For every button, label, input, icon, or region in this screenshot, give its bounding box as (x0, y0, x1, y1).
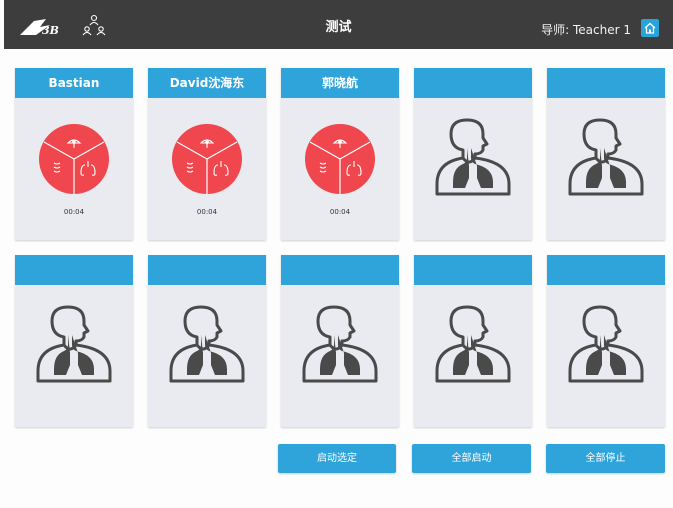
manikin-icon (435, 305, 511, 383)
student-name: Bastian (15, 68, 133, 98)
student-name (547, 68, 665, 98)
manikin-icon (435, 118, 511, 196)
student-card[interactable]: Bastian 00:04 (15, 68, 133, 240)
timer-text: 00:04 (196, 208, 218, 216)
student-card[interactable]: 郭晓航 00:04 (281, 68, 399, 240)
alert-status-icon (305, 124, 375, 194)
alert-status-icon (172, 124, 242, 194)
top-bar: 3B 测试 导师: Teacher 1 (4, 0, 673, 49)
student-name (281, 255, 399, 285)
student-card[interactable] (414, 68, 532, 240)
student-card[interactable] (547, 68, 665, 240)
home-icon (644, 22, 656, 34)
alert-status-icon (39, 124, 109, 194)
student-name (15, 255, 133, 285)
student-card[interactable]: David沈海东 00:04 (148, 68, 266, 240)
student-name (148, 255, 266, 285)
timer-text: 00:04 (63, 208, 85, 216)
student-name (414, 255, 532, 285)
timer-text: 00:04 (329, 208, 351, 216)
manikin-icon (36, 305, 112, 383)
manikin-icon (568, 305, 644, 383)
manikin-icon (169, 305, 245, 383)
student-card[interactable] (281, 255, 399, 427)
student-card[interactable] (547, 255, 665, 427)
student-name (547, 255, 665, 285)
student-name: David沈海东 (148, 68, 266, 98)
student-name: 郭晓航 (281, 68, 399, 98)
manikin-icon (568, 118, 644, 196)
student-card[interactable] (148, 255, 266, 427)
teacher-label: 导师: Teacher 1 (541, 23, 631, 37)
start-selected-button[interactable]: 启动选定 (278, 444, 396, 473)
home-button[interactable] (641, 19, 659, 37)
stop-all-button[interactable]: 全部停止 (546, 444, 665, 473)
start-all-button[interactable]: 全部启动 (412, 444, 531, 473)
manikin-icon (302, 305, 378, 383)
student-card[interactable] (15, 255, 133, 427)
student-card[interactable] (414, 255, 532, 427)
app-window: 3B 测试 导师: Teacher 1 Bastian 00:04 David沈… (0, 0, 673, 508)
student-name (414, 68, 532, 98)
